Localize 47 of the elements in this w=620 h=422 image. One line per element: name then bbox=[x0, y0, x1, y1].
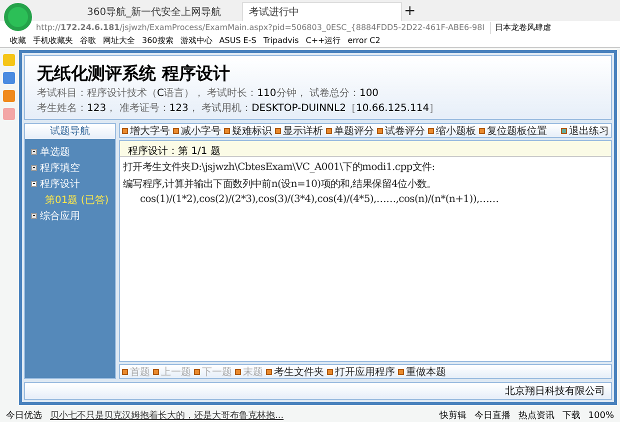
toolbar-button[interactable]: 增大字号 bbox=[122, 124, 170, 138]
status-item[interactable]: 100% bbox=[588, 410, 614, 420]
toolbar-button[interactable]: 单题评分 bbox=[326, 124, 374, 138]
nav-button[interactable]: 考生文件夹 bbox=[266, 364, 324, 378]
toolbar-button[interactable]: 显示详析 bbox=[275, 124, 323, 138]
browser-tab[interactable]: 考试进行中 bbox=[242, 2, 402, 21]
bookmark-link[interactable]: 360搜索 bbox=[142, 35, 174, 46]
new-tab-button[interactable]: + bbox=[404, 2, 416, 18]
news-link[interactable]: 贝小七不只是贝克汉姆抱着长大的，还是大哥布鲁克林抱... bbox=[50, 409, 284, 422]
status-item[interactable]: 下载 bbox=[562, 409, 580, 422]
question-text: 打开考生文件夹D:\jsjwzh\CbtesExam\VC_A001\下的modi1.cpp文件: bbox=[122, 160, 436, 174]
bookmark-link[interactable]: 谷歌 bbox=[80, 35, 96, 46]
exam-title: 无纸化测评系统 程序设计 bbox=[37, 63, 231, 85]
bookmark-link[interactable]: 手机收藏夹 bbox=[33, 35, 73, 46]
nav-button[interactable]: 打开应用程序 bbox=[327, 364, 395, 378]
browser-tab[interactable]: 360导航_新一代安全上网导航 bbox=[80, 2, 240, 21]
status-item[interactable]: 快剪辑 bbox=[439, 409, 466, 422]
bookmark-link[interactable]: error C2 bbox=[348, 36, 380, 45]
company-name: 北京翔日科技有限公司 bbox=[505, 384, 605, 398]
bookmark-link[interactable]: 游戏中心 bbox=[180, 35, 212, 46]
nav-title: 试题导航 bbox=[25, 124, 115, 139]
toolbar-button[interactable]: 复位题板位置 bbox=[479, 124, 547, 138]
bookmark-link[interactable]: Tripadvis bbox=[263, 36, 299, 45]
browser-logo-icon[interactable] bbox=[4, 3, 32, 31]
toolbar-button[interactable]: 减小字号 bbox=[173, 124, 221, 138]
exam-info: 考生姓名：123， 准考证号：123， 考试用机：DESKTOP-DUINNL2［10.66.125.114］ bbox=[37, 102, 440, 115]
exam-info: 考试科目：程序设计技术（C语言）， 考试时长：110分钟， 试卷总分：100 bbox=[37, 86, 380, 100]
question-text: cos(1)/(1*2),cos(2)/(2*3),cos(3)/(3*4),cos(4)/(4*5),……,cos(n)/(n*(n+1)),…… bbox=[139, 193, 500, 205]
question-text: 编写程序,计算并输出下面数列中前n(设n=10)项的和,结果保留4位小数。 bbox=[122, 178, 438, 191]
nav-button[interactable]: 重做本题 bbox=[398, 364, 446, 378]
toolbar-button[interactable]: 试卷评分 bbox=[377, 124, 425, 138]
exit-button[interactable]: 退出练习 bbox=[561, 124, 609, 138]
status-label[interactable]: 今日优选 bbox=[6, 409, 42, 422]
status-item[interactable]: 热点资讯 bbox=[518, 409, 554, 422]
bookmark-link[interactable]: 网址大全 bbox=[103, 35, 135, 46]
nav-item[interactable]: 单选题 bbox=[25, 143, 115, 159]
question-header: 程序设计：第 1/1 题 bbox=[120, 141, 611, 157]
nav-item[interactable]: 程序设计 bbox=[25, 175, 115, 191]
toolbar-button[interactable]: 疑难标识 bbox=[224, 124, 272, 138]
nav-item[interactable]: 综合应用 bbox=[25, 207, 115, 223]
status-item[interactable]: 今日直播 bbox=[474, 409, 510, 422]
bookmark-link[interactable]: ASUS E-S bbox=[219, 36, 256, 45]
bookmark-link[interactable]: C++运行 bbox=[306, 35, 341, 46]
toolbar-button[interactable]: 缩小题板 bbox=[428, 124, 476, 138]
bookmark-link[interactable]: 收藏 bbox=[10, 35, 26, 46]
address-bar[interactable]: http://172.24.6.181/jsjwzh/ExamProcess/ExamMain.aspx?pid=506803_0ESC_{8884FDD5-2D22-461F-ABE6-98I bbox=[36, 22, 484, 34]
nav-item[interactable]: 程序填空 bbox=[25, 159, 115, 175]
